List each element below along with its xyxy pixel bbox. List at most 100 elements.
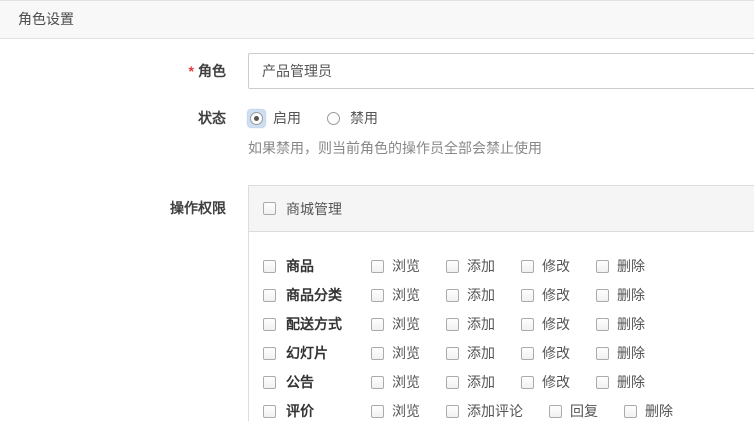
permission-row-shipping: 配送方式 浏览 添加 修改 删除 <box>263 314 753 334</box>
checkbox-action[interactable] <box>521 376 534 389</box>
role-name-input[interactable] <box>248 53 754 89</box>
checkbox-action[interactable] <box>596 318 609 331</box>
permissions-group-header: 商城管理 <box>249 186 754 232</box>
permission-action[interactable]: 删除 <box>596 314 645 334</box>
checkbox-action[interactable] <box>596 347 609 360</box>
role-control <box>248 53 754 89</box>
permission-action[interactable]: 浏览 <box>371 401 420 421</box>
page-title: 角色设置 <box>0 0 754 39</box>
checkbox-module[interactable] <box>263 318 276 331</box>
permission-action[interactable]: 修改 <box>521 314 570 334</box>
permission-action-label: 回复 <box>570 401 598 421</box>
permission-module-announcement[interactable]: 公告 <box>263 372 371 392</box>
checkbox-action[interactable] <box>624 405 637 418</box>
radio-checked-icon[interactable] <box>250 112 263 125</box>
permission-module-label: 配送方式 <box>286 314 342 334</box>
permission-action[interactable]: 浏览 <box>371 314 420 334</box>
permission-action[interactable]: 浏览 <box>371 285 420 305</box>
checkbox-action[interactable] <box>446 260 459 273</box>
checkbox-module[interactable] <box>263 347 276 360</box>
checkbox-action[interactable] <box>446 405 459 418</box>
checkbox-action[interactable] <box>521 347 534 360</box>
permission-action[interactable]: 添加 <box>446 314 495 334</box>
permissions-panel: 商城管理 商品 浏览 添加 修改 删除 <box>248 185 754 421</box>
permission-action[interactable]: 回复 <box>549 401 598 421</box>
permission-action[interactable]: 修改 <box>521 372 570 392</box>
checkbox-action[interactable] <box>521 318 534 331</box>
permission-action[interactable]: 删除 <box>596 372 645 392</box>
permission-actions: 浏览 添加 修改 删除 <box>371 343 671 363</box>
permission-module-shipping[interactable]: 配送方式 <box>263 314 371 334</box>
checkbox-module[interactable] <box>263 289 276 302</box>
permissions-body: 商品 浏览 添加 修改 删除 商 <box>249 232 754 421</box>
permission-module-goods[interactable]: 商品 <box>263 256 371 276</box>
permission-module-label: 商品 <box>286 256 314 276</box>
permission-action[interactable]: 浏览 <box>371 372 420 392</box>
checkbox-action[interactable] <box>596 376 609 389</box>
permissions-control: 商城管理 商品 浏览 添加 修改 删除 <box>248 185 754 421</box>
permission-action-label: 删除 <box>645 401 673 421</box>
permission-action-label: 添加 <box>467 256 495 276</box>
status-option-enable-label: 启用 <box>273 108 301 128</box>
permission-action-label: 修改 <box>542 372 570 392</box>
checkbox-group-all[interactable] <box>263 202 276 215</box>
checkbox-action[interactable] <box>596 260 609 273</box>
checkbox-action[interactable] <box>596 289 609 302</box>
checkbox-action[interactable] <box>446 347 459 360</box>
permission-row-goods-category: 商品分类 浏览 添加 修改 删除 <box>263 285 753 305</box>
radio-shell <box>325 110 342 127</box>
status-option-disable-label: 禁用 <box>350 108 378 128</box>
status-field-row: 状态 启用 禁用 如果禁用，则当前角色的操作员全部会禁止使用 <box>0 108 754 158</box>
permission-action[interactable]: 删除 <box>596 285 645 305</box>
permission-row-slides: 幻灯片 浏览 添加 修改 删除 <box>263 343 753 363</box>
permission-action[interactable]: 修改 <box>521 285 570 305</box>
checkbox-action[interactable] <box>549 405 562 418</box>
permission-action[interactable]: 添加 <box>446 285 495 305</box>
permission-action-label: 修改 <box>542 343 570 363</box>
checkbox-action[interactable] <box>446 376 459 389</box>
permission-action-label: 浏览 <box>392 372 420 392</box>
permission-action[interactable]: 添加评论 <box>446 401 523 421</box>
permission-action-label: 浏览 <box>392 256 420 276</box>
permission-action[interactable]: 添加 <box>446 372 495 392</box>
radio-unchecked-icon[interactable] <box>327 112 340 125</box>
checkbox-action[interactable] <box>371 318 384 331</box>
permission-action-label: 添加评论 <box>467 401 523 421</box>
permission-action[interactable]: 修改 <box>521 343 570 363</box>
permission-actions: 浏览 添加 修改 删除 <box>371 285 671 305</box>
permission-action[interactable]: 浏览 <box>371 343 420 363</box>
checkbox-action[interactable] <box>371 347 384 360</box>
permission-action[interactable]: 修改 <box>521 256 570 276</box>
checkbox-action[interactable] <box>446 318 459 331</box>
permission-action[interactable]: 删除 <box>624 401 673 421</box>
permission-action[interactable]: 添加 <box>446 256 495 276</box>
status-option-enable[interactable]: 启用 <box>248 108 301 128</box>
permission-action[interactable]: 删除 <box>596 343 645 363</box>
permission-row-goods: 商品 浏览 添加 修改 删除 <box>263 256 753 276</box>
permission-module-goods-category[interactable]: 商品分类 <box>263 285 371 305</box>
status-option-disable[interactable]: 禁用 <box>325 108 378 128</box>
role-field-row: *角色 <box>0 53 754 89</box>
permission-actions: 浏览 添加 修改 删除 <box>371 256 671 276</box>
checkbox-action[interactable] <box>446 289 459 302</box>
status-hint-text: 如果禁用，则当前角色的操作员全部会禁止使用 <box>248 138 542 158</box>
permission-action[interactable]: 删除 <box>596 256 645 276</box>
permission-module-slides[interactable]: 幻灯片 <box>263 343 371 363</box>
checkbox-action[interactable] <box>521 289 534 302</box>
checkbox-module[interactable] <box>263 376 276 389</box>
permission-action[interactable]: 浏览 <box>371 256 420 276</box>
permission-module-reviews[interactable]: 评价 <box>263 401 371 421</box>
permission-action-label: 浏览 <box>392 314 420 334</box>
permission-module-label: 公告 <box>286 372 314 392</box>
permission-row-announcement: 公告 浏览 添加 修改 删除 <box>263 372 753 392</box>
checkbox-module[interactable] <box>263 260 276 273</box>
checkbox-action[interactable] <box>521 260 534 273</box>
permission-action[interactable]: 添加 <box>446 343 495 363</box>
permission-action-label: 删除 <box>617 256 645 276</box>
checkbox-action[interactable] <box>371 289 384 302</box>
checkbox-action[interactable] <box>371 376 384 389</box>
permission-action-label: 删除 <box>617 343 645 363</box>
checkbox-action[interactable] <box>371 260 384 273</box>
checkbox-action[interactable] <box>371 405 384 418</box>
checkbox-module[interactable] <box>263 405 276 418</box>
